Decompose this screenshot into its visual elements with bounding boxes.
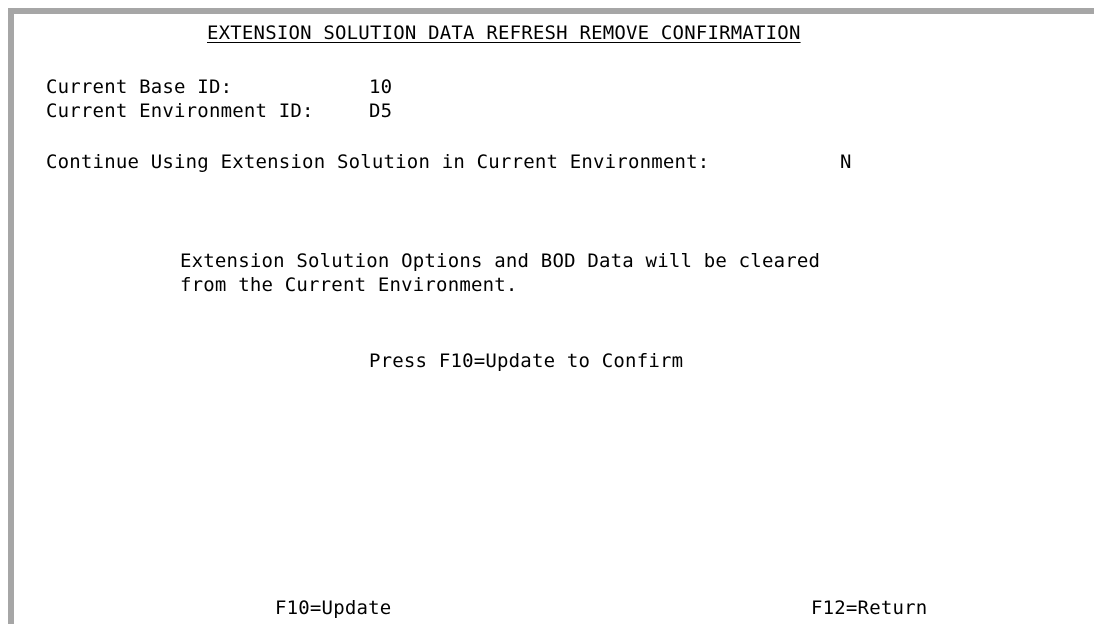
terminal-window: EXTENSION SOLUTION DATA REFRESH REMOVE C…	[8, 8, 1094, 624]
base-id-label: Current Base ID:	[46, 76, 233, 98]
f12-return-key[interactable]: F12=Return	[811, 597, 927, 619]
environment-id-label: Current Environment ID:	[46, 100, 314, 122]
base-id-value: 10	[369, 76, 393, 98]
continue-using-input[interactable]: N	[840, 151, 852, 173]
environment-id-value: D5	[369, 100, 393, 122]
confirm-prompt: Press F10=Update to Confirm	[369, 350, 684, 372]
continue-using-label: Continue Using Extension Solution in Cur…	[46, 151, 710, 173]
terminal-screen: EXTENSION SOLUTION DATA REFRESH REMOVE C…	[14, 14, 1094, 624]
f10-update-key[interactable]: F10=Update	[275, 597, 391, 619]
clear-message-line-1: Extension Solution Options and BOD Data …	[180, 250, 821, 272]
clear-message-line-2: from the Current Environment.	[180, 274, 518, 296]
screen-title: EXTENSION SOLUTION DATA REFRESH REMOVE C…	[207, 22, 801, 44]
